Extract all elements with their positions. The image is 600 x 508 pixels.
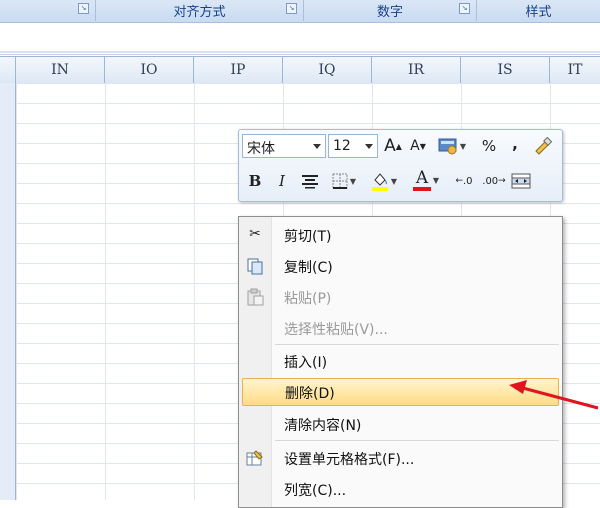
column-header[interactable]: IN [16, 57, 105, 83]
font-name-combo[interactable]: 宋体 [242, 134, 326, 158]
merge-center-icon [511, 173, 531, 189]
column-header[interactable]: IT [550, 57, 600, 83]
ribbon-group-strip: ↘ 对齐方式 ↘ 数字 ↘ 样式 [0, 0, 600, 23]
row-header-strip[interactable] [0, 83, 16, 500]
menu-item-label: 复制(C) [284, 260, 333, 276]
percent-style-button[interactable]: % [479, 135, 499, 157]
grow-font-button[interactable]: A ▲ [382, 135, 404, 157]
percent-icon: % [481, 137, 497, 155]
dialog-launcher-icon[interactable]: ↘ [286, 3, 297, 14]
decrease-decimal-icon: .00 [482, 175, 499, 187]
mini-toolbar: 宋体 12 A ▲ A ▼ ▼ % , B I ▼ ▼ A ▼ ← .0 .00… [238, 129, 563, 202]
ribbon-group-font: ↘ [0, 0, 96, 21]
decrease-decimal-button[interactable]: .00 → [481, 170, 507, 192]
context-menu: ✂ 剪切(T) 复制(C) 粘贴(P) 选择性粘贴(V)... 插入(I) 删除… [238, 216, 563, 508]
center-align-button[interactable] [299, 170, 321, 192]
menu-item-cut[interactable]: ✂ 剪切(T) [241, 221, 559, 249]
column-header-row: IN IO IP IQ IR IS IT [0, 56, 600, 84]
dialog-launcher-icon[interactable]: ↘ [459, 3, 470, 14]
format-painter-icon [535, 137, 553, 155]
ribbon-group-styles: 样式 [477, 0, 600, 21]
menu-item-format-cells[interactable]: 设置单元格格式(F)... [241, 444, 559, 472]
font-size-value: 12 [333, 138, 351, 154]
menu-item-label: 插入(I) [284, 355, 328, 371]
font-name-value: 宋体 [247, 141, 275, 157]
select-all-corner[interactable] [0, 57, 16, 83]
menu-item-paste[interactable]: 粘贴(P) [241, 283, 559, 311]
accounting-format-icon [438, 138, 457, 155]
accounting-format-button[interactable]: ▼ [435, 135, 469, 157]
ribbon-group-label: 数字 [376, 5, 403, 20]
fill-color-button[interactable]: ▼ [367, 170, 401, 192]
paste-icon [245, 288, 265, 306]
ribbon-group-number: 数字 ↘ [304, 0, 477, 21]
menu-item-copy[interactable]: 复制(C) [241, 252, 559, 280]
menu-item-label: 剪切(T) [284, 229, 332, 245]
format-cells-icon [245, 449, 265, 467]
comma-icon: , [512, 135, 518, 153]
bold-icon: B [248, 172, 262, 190]
increase-decimal-button[interactable]: ← .0 [452, 170, 476, 192]
italic-icon: I [279, 172, 285, 190]
grow-font-icon: A [384, 136, 396, 156]
borders-button[interactable]: ▼ [329, 170, 359, 192]
menu-item-label: 选择性粘贴(V)... [284, 322, 388, 338]
comma-style-button[interactable]: , [507, 133, 523, 155]
font-color-button[interactable]: A ▼ [409, 168, 443, 191]
menu-item-label: 设置单元格格式(F)... [284, 452, 415, 468]
menu-item-paste-special[interactable]: 选择性粘贴(V)... [241, 314, 559, 342]
chevron-down-icon [313, 144, 321, 149]
font-size-combo[interactable]: 12 [328, 134, 378, 158]
shrink-font-icon: A [410, 138, 420, 154]
menu-separator [275, 440, 559, 441]
increase-decimal-icon: .0 [463, 175, 473, 187]
italic-button[interactable]: I [273, 170, 291, 192]
align-center-icon [302, 175, 318, 189]
column-header[interactable]: IR [372, 57, 461, 83]
format-painter-button[interactable] [532, 135, 554, 157]
copy-icon [245, 257, 265, 275]
ribbon-group-alignment: 对齐方式 ↘ [96, 0, 304, 21]
menu-item-label: 列宽(C)... [284, 483, 347, 499]
borders-icon [332, 173, 348, 189]
menu-item-label: 清除内容(N) [284, 418, 362, 434]
menu-item-insert[interactable]: 插入(I) [241, 347, 559, 375]
menu-item-label: 删除(D) [285, 386, 335, 402]
column-header[interactable]: IS [461, 57, 550, 83]
font-color-icon: A [415, 168, 429, 188]
column-header[interactable]: IP [194, 57, 283, 83]
chevron-down-icon [365, 144, 373, 149]
bold-button[interactable]: B [245, 170, 265, 192]
red-arrow-annotation [509, 380, 599, 410]
dialog-launcher-icon[interactable]: ↘ [78, 3, 89, 14]
menu-item-column-width[interactable]: 列宽(C)... [241, 475, 559, 503]
column-header[interactable]: IO [105, 57, 194, 83]
ribbon-group-label: 样式 [525, 5, 552, 20]
merge-center-button[interactable] [509, 170, 533, 192]
column-header[interactable]: IQ [283, 57, 372, 83]
menu-item-label: 粘贴(P) [284, 291, 332, 307]
menu-separator [275, 344, 559, 345]
formula-bar-divider [0, 51, 600, 53]
scissors-icon: ✂ [249, 226, 261, 242]
fill-color-icon [371, 173, 388, 191]
ribbon-group-label: 对齐方式 [173, 5, 226, 20]
formula-bar[interactable] [0, 23, 600, 55]
shrink-font-button[interactable]: A ▼ [407, 135, 429, 157]
